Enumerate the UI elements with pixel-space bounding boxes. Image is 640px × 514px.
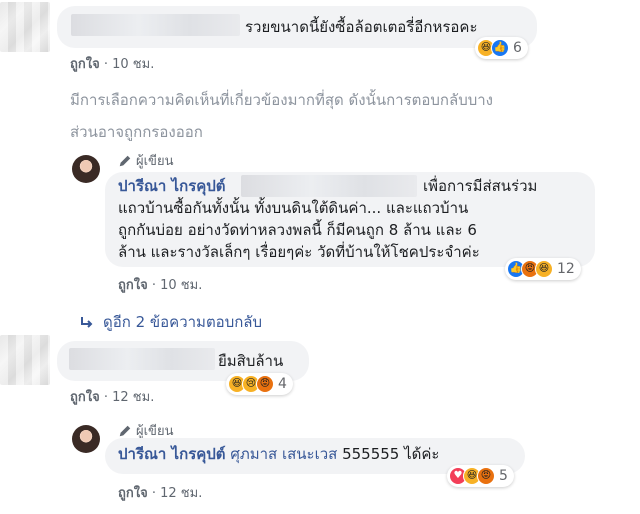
reply-arrow-icon xyxy=(81,317,93,328)
reply-text: 555555 ได้ค่ะ xyxy=(342,445,440,463)
reply-line: ปารีณา ไกรคุปต์ ศุภมาส เสนะเวส 555555 ได… xyxy=(118,443,439,465)
like-link[interactable]: ถูกใจ xyxy=(70,390,100,405)
reaction-summary[interactable]: 😆 👍 6 xyxy=(475,37,528,59)
reaction-count: 5 xyxy=(499,468,508,484)
like-reaction-icon: 👍 xyxy=(491,39,509,57)
reply-text: แถวบ้านซื้อกันทั้งนั้น ทั้งบนดินใต้ดินค่… xyxy=(118,199,469,217)
reaction-count: 12 xyxy=(557,261,575,277)
reaction-count: 6 xyxy=(513,40,522,56)
avatar[interactable] xyxy=(0,335,50,385)
haha-reaction-icon: 😆 xyxy=(535,260,553,278)
separator-dot: · xyxy=(103,390,113,405)
mention-redacted[interactable] xyxy=(241,175,417,197)
avatar[interactable] xyxy=(72,425,100,453)
reply-line: ปารีณา ไกรคุปต์ xyxy=(118,175,226,197)
comment-text: รวยขนาดนี้ยังซื้อล้อตเตอรี่อีกหรอคะ xyxy=(245,18,478,36)
like-link[interactable]: ถูกใจ xyxy=(118,486,148,501)
pencil-icon xyxy=(119,425,131,436)
timestamp[interactable]: 10 ชม. xyxy=(112,57,154,72)
filter-notice: มีการเลือกความคิดเห็นที่เกี่ยวข้องมากที่… xyxy=(70,88,493,144)
author-name[interactable]: ปารีณา ไกรคุปต์ xyxy=(118,177,226,195)
reply-text: ล้าน และรางวัลเล็กๆ เรื่อยๆค่ะ วัดที่บ้า… xyxy=(118,243,480,261)
mention-link[interactable]: ศุภมาส เสนะเวส xyxy=(230,445,337,463)
like-link[interactable]: ถูกใจ xyxy=(70,57,100,72)
angry-reaction-icon: 😡 xyxy=(477,467,495,485)
timestamp[interactable]: 10 ชม. xyxy=(160,278,202,293)
author-badge: ผู้เขียน xyxy=(118,150,173,171)
avatar[interactable] xyxy=(0,2,50,52)
reply-meta: ถูกใจ · 10 ชม. xyxy=(118,274,202,295)
avatar[interactable] xyxy=(72,155,100,183)
separator-dot: · xyxy=(151,278,161,293)
reply-text: เพื่อการมีส่สนร่วม xyxy=(423,177,538,195)
author-badge-label: ผู้เขียน xyxy=(136,154,174,169)
separator-dot: · xyxy=(103,57,113,72)
comment-meta: ถูกใจ · 12 ชม. xyxy=(70,386,154,407)
reaction-count: 4 xyxy=(278,376,287,392)
pencil-icon xyxy=(119,155,131,166)
commenter-name-redacted[interactable] xyxy=(71,14,240,36)
reply-meta: ถูกใจ · 12 ชม. xyxy=(118,482,202,503)
notice-line: ส่วนอาจถูกกรองออก xyxy=(70,123,203,141)
timestamp[interactable]: 12 ชม. xyxy=(112,390,154,405)
view-more-replies-label[interactable]: ดูอีก 2 ข้อความตอบกลับ xyxy=(103,310,262,334)
comment-text: ยืมสิบล้าน xyxy=(218,352,284,370)
like-link[interactable]: ถูกใจ xyxy=(118,278,148,293)
comment-meta: ถูกใจ · 10 ชม. xyxy=(70,53,154,74)
reaction-summary[interactable]: 😆 😢 😡 4 xyxy=(226,373,293,395)
separator-dot: · xyxy=(151,486,161,501)
reply-text: ถูกกันบ่อย อย่างวัดท่าหลวงพลนี้ ก็มีคนถู… xyxy=(118,221,477,239)
view-more-replies-link[interactable]: ดูอีก 2 ข้อความตอบกลับ xyxy=(79,310,262,334)
notice-line: มีการเลือกความคิดเห็นที่เกี่ยวข้องมากที่… xyxy=(70,91,493,109)
author-name[interactable]: ปารีณา ไกรคุปต์ xyxy=(118,445,226,463)
angry-reaction-icon: 😡 xyxy=(256,375,274,393)
commenter-name-redacted[interactable] xyxy=(69,348,215,370)
reaction-summary[interactable]: ♥ 😆 😡 5 xyxy=(447,465,514,487)
reaction-summary[interactable]: 👍 😡 😆 12 xyxy=(505,258,581,280)
timestamp[interactable]: 12 ชม. xyxy=(160,486,202,501)
